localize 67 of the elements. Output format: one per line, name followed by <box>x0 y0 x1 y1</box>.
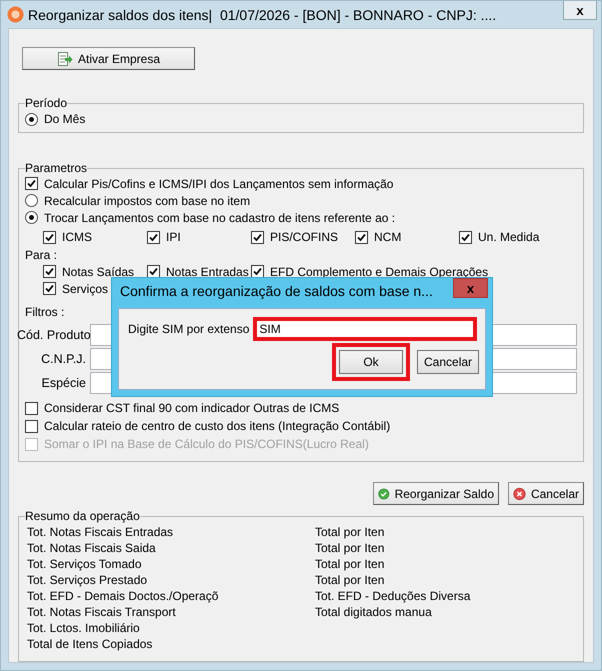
checkbox[interactable] <box>43 265 56 278</box>
option-label: PIS/COFINS <box>270 230 338 244</box>
option-label: Calcular rateio de centro de custo dos itens (Integração Contábil) <box>44 419 390 433</box>
option-label: Trocar Lançamentos com base no cadastro de itens referente ao : <box>44 210 396 224</box>
cancel-button[interactable]: Cancelar <box>417 350 479 374</box>
option-label: IPI <box>166 230 181 244</box>
radio-button[interactable] <box>25 211 38 224</box>
window-title: Reorganizar saldos dos itens| 01/07/2026 - [BON] - BONNARO - CNPJ: .... <box>28 6 496 22</box>
cancel-button[interactable]: Cancelar <box>508 482 584 505</box>
summary-label: Total por Iten <box>315 557 386 573</box>
option-label: Notas Saídas <box>62 264 134 278</box>
checkbox[interactable] <box>355 230 368 244</box>
summary-label: Total de Itens Copiados <box>27 637 154 653</box>
field-label: Digite SIM por extenso <box>128 322 250 336</box>
summary-label: Total por Iten <box>315 573 386 589</box>
option-label: Somar o IPI na Base de Cálculo do PIS/COFINS(Lucro Real) <box>44 437 369 451</box>
option-label: Notas Entradas <box>166 264 249 278</box>
radio-button[interactable] <box>25 194 38 207</box>
option-label: Serviços <box>62 282 108 296</box>
option-label: Calcular Pis/Cofins e ICMS/IPI dos Lançamentos sem informação <box>44 176 394 190</box>
option-label: Un. Medida <box>478 230 540 244</box>
summary-label: Tot. Notas Fiscais Transport <box>27 605 177 621</box>
activate-company-button[interactable]: Ativar Empresa <box>22 47 195 70</box>
summary-label: Tot. Serviços Tomado <box>27 557 142 573</box>
option-label: Recalcular impostos com base no item <box>44 194 250 208</box>
option-label: ICMS <box>62 230 92 244</box>
ok-button[interactable]: Ok <box>339 350 403 374</box>
checkbox[interactable] <box>25 177 38 190</box>
checkbox[interactable] <box>147 230 160 244</box>
input-field[interactable]: SIM <box>255 319 475 339</box>
cancel-circle-icon <box>513 486 526 502</box>
document-arrow-icon <box>56 50 73 66</box>
close-button[interactable]: x <box>453 278 488 298</box>
checkbox[interactable] <box>147 265 160 278</box>
checkbox[interactable] <box>43 282 56 295</box>
option-label: Considerar CST final 90 com indicador Outras de ICMS <box>44 401 340 415</box>
checkbox[interactable] <box>25 402 38 414</box>
reorganize-button[interactable]: Reorganizar Saldo <box>373 482 499 505</box>
summary-label: Tot. Lctos. Imobiliário <box>27 621 141 637</box>
app-logo-icon <box>7 6 24 23</box>
close-button[interactable]: x <box>563 1 597 20</box>
group-title: Resumo da operação <box>25 509 140 523</box>
field-label: Espécie <box>40 376 86 390</box>
summary-label: Total por Iten <box>315 525 386 541</box>
dialog-title: Confirma a reorganização de saldos com base n... <box>120 283 433 299</box>
summary-label: Tot. EFD - Deduções Diversa <box>315 589 472 605</box>
section-label: Para : <box>25 248 58 262</box>
section-label: Filtros : <box>25 305 64 319</box>
group-title: Período <box>25 96 68 110</box>
summary-label: Total digitados manua <box>315 605 433 621</box>
checkbox[interactable] <box>251 265 264 278</box>
option-label: Do Mês <box>44 112 86 126</box>
radio-button[interactable] <box>25 112 38 126</box>
summary-label: Tot. Serviços Prestado <box>27 573 148 589</box>
group-title: Parametros <box>25 161 88 175</box>
summary-label: Total por Iten <box>315 541 386 557</box>
option-label: NCM <box>374 230 402 244</box>
summary-label: Tot. EFD - Demais Doctos./Operaçõ <box>27 589 220 605</box>
checkbox[interactable] <box>251 230 264 244</box>
check-circle-icon <box>378 486 390 502</box>
option-label: EFD Complemento e Demais Operações <box>270 264 488 278</box>
field-label: C.N.P.J. <box>40 352 86 366</box>
checkbox[interactable] <box>459 230 472 244</box>
summary-label: Tot. Notas Fiscais Saida <box>27 541 157 557</box>
checkbox[interactable] <box>43 230 56 244</box>
checkbox[interactable] <box>25 420 38 432</box>
summary-label: Tot. Notas Fiscais Entradas <box>27 525 174 541</box>
